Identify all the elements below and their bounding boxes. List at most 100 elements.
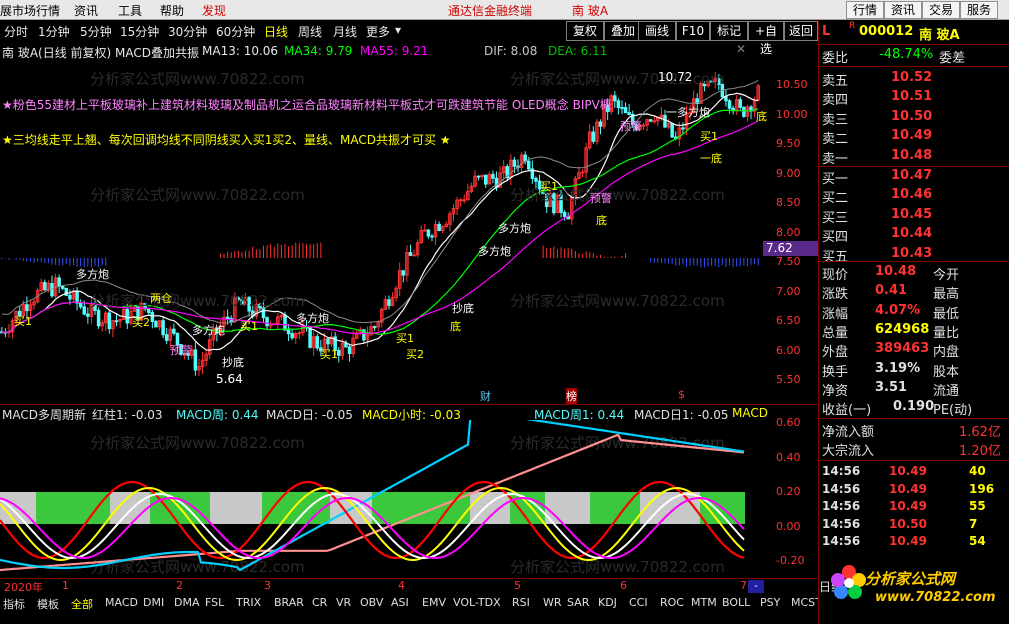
buy-level-price[interactable]: 10.45: [891, 207, 932, 222]
tab-trix[interactable]: TRIX: [236, 596, 261, 609]
period-week[interactable]: 周线: [298, 23, 322, 40]
buy-level-price[interactable]: 10.47: [891, 168, 932, 183]
tick-price: 10.49: [889, 534, 927, 549]
menu-market[interactable]: 展市场行情: [0, 2, 60, 19]
service-button[interactable]: 服务: [960, 1, 998, 19]
f10-button[interactable]: F10: [676, 21, 710, 41]
watermark: 分析家公式网www.70822.com: [90, 70, 305, 88]
tab-voltdx[interactable]: VOL-TDX: [453, 596, 501, 609]
menu-discover[interactable]: 发现: [202, 2, 226, 19]
sell-level-price[interactable]: 10.49: [891, 128, 932, 143]
tick-time: 14:56: [822, 464, 861, 478]
candle-body: [125, 308, 130, 324]
annotation: 买1: [540, 180, 558, 193]
tab-asi[interactable]: ASI: [391, 596, 409, 609]
logo-text: 分析家公式网: [865, 570, 956, 588]
tick-time: 14:56: [822, 481, 861, 496]
tab-boll[interactable]: BOLL: [722, 596, 750, 609]
sell-level-price[interactable]: 10.51: [891, 89, 932, 104]
overlay-button[interactable]: 叠加: [604, 21, 642, 41]
buy-level-price[interactable]: 10.43: [891, 246, 932, 261]
quote-button[interactable]: 行情: [846, 1, 884, 19]
candle-body: [437, 223, 441, 232]
tab-[interactable]: 全部: [71, 596, 93, 612]
tab-sar[interactable]: SAR: [567, 596, 589, 609]
scroll-minus-button[interactable]: -: [748, 580, 764, 593]
news-button[interactable]: 资讯: [884, 1, 922, 19]
tab-psy[interactable]: PSY: [760, 596, 780, 609]
finance-marker[interactable]: 财: [480, 388, 491, 404]
tab-emv[interactable]: EMV: [422, 596, 446, 609]
stat-label: PE(动): [933, 403, 973, 419]
candle-body: [82, 306, 86, 315]
time-axis-line: [0, 578, 818, 579]
candle-body: [430, 235, 434, 238]
period-day[interactable]: 日线: [264, 23, 288, 40]
tab-[interactable]: 模板: [37, 596, 59, 612]
candle-body: [623, 107, 628, 114]
candle-body: [107, 312, 112, 330]
ranking-marker[interactable]: 榜: [566, 388, 577, 404]
weicha-label: 委差: [939, 51, 966, 66]
tab-wr[interactable]: WR: [543, 596, 562, 609]
candle-body: [25, 304, 29, 312]
candle-body: [591, 131, 596, 142]
tab-mtm[interactable]: MTM: [691, 596, 717, 609]
adjust-button[interactable]: 复权: [566, 21, 604, 41]
period-month[interactable]: 月线: [333, 23, 357, 40]
add-watchlist-button[interactable]: +自选: [748, 21, 784, 56]
period-30min[interactable]: 30分钟: [168, 23, 207, 40]
mark-button[interactable]: 标记: [710, 21, 748, 41]
macd-chart[interactable]: [0, 420, 818, 578]
sell-level-label: 卖二: [822, 132, 849, 148]
period-60min[interactable]: 60分钟: [216, 23, 255, 40]
tab-brar[interactable]: BRAR: [274, 596, 304, 609]
candle-body: [297, 332, 302, 335]
tab-cci[interactable]: CCI: [629, 596, 648, 609]
weibi-label: 委比: [822, 51, 849, 66]
more-chevron-icon[interactable]: ▾: [395, 23, 401, 37]
indicator-tabs: 指标 模板 全部 MACD DMI DMA FSL TRIX BRAR CR VR OBV ASI EMV…: [0, 595, 822, 613]
menu-help[interactable]: 帮助: [160, 2, 184, 19]
buy-level-price[interactable]: 10.44: [891, 226, 932, 241]
tab-[interactable]: 指标: [3, 596, 25, 612]
sell-level-price[interactable]: 10.52: [891, 70, 932, 85]
back-button[interactable]: 返回: [784, 21, 818, 41]
dividend-marker[interactable]: $: [678, 388, 685, 401]
menu-tools[interactable]: 工具: [118, 2, 142, 19]
tab-macd[interactable]: MACD: [105, 596, 138, 609]
period-5min[interactable]: 5分钟: [80, 23, 112, 40]
period-timeshare[interactable]: 分时: [4, 23, 28, 40]
draw-button[interactable]: 画线: [638, 21, 676, 41]
annotation: 多方炮: [192, 324, 225, 337]
tab-cr[interactable]: CR: [312, 596, 327, 609]
period-1min[interactable]: 1分钟: [38, 23, 70, 40]
watermark: 分析家公式网www.70822.com: [510, 70, 725, 88]
candle-body: [75, 290, 79, 304]
tab-obv[interactable]: OBV: [360, 596, 383, 609]
buy-level-price[interactable]: 10.46: [891, 187, 932, 202]
sell-level-price[interactable]: 10.48: [891, 148, 932, 163]
chart-close-icon[interactable]: ✕: [736, 42, 746, 56]
stat-label: 流通: [933, 383, 960, 399]
tab-dmi[interactable]: DMI: [143, 596, 164, 609]
tab-roc[interactable]: ROC: [660, 596, 684, 609]
sell-level-price[interactable]: 10.50: [891, 109, 932, 124]
candle-body: [283, 314, 287, 331]
current-price-label: 7.62: [763, 241, 818, 256]
tab-vr[interactable]: VR: [336, 596, 351, 609]
candle-body: [613, 95, 617, 102]
tab-fsl[interactable]: FSL: [205, 596, 224, 609]
period-more[interactable]: 更多: [366, 23, 390, 40]
tab-dma[interactable]: DMA: [174, 596, 200, 609]
period-15min[interactable]: 15分钟: [120, 23, 159, 40]
candle-body: [315, 336, 320, 349]
tab-kdj[interactable]: KDJ: [598, 596, 617, 609]
annotation: 买1: [240, 320, 258, 333]
price-tick: 9.00: [776, 166, 801, 180]
sell-level-label: 卖三: [822, 112, 849, 128]
trade-button[interactable]: 交易: [922, 1, 960, 19]
menu-news[interactable]: 资讯: [74, 2, 98, 19]
tab-rsi[interactable]: RSI: [512, 596, 530, 609]
stat-value: 389463: [875, 341, 930, 357]
